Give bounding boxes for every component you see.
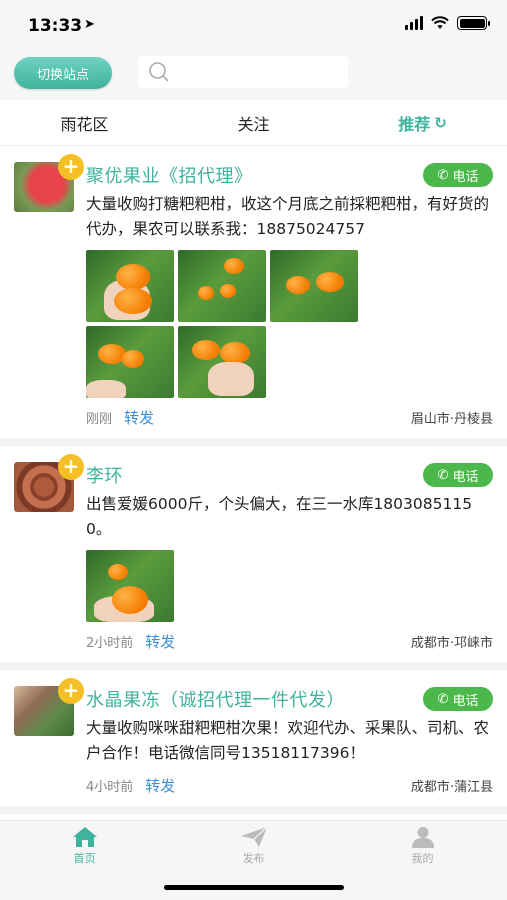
tab-follow[interactable]: 关注 <box>169 100 338 145</box>
call-button[interactable]: ✆ 电话 <box>423 687 493 711</box>
post-meta: 2小时前 转发 <box>86 631 175 652</box>
paper-plane-icon <box>240 826 267 847</box>
top-header: 切换站点 <box>0 48 507 100</box>
poster-name[interactable]: 水晶果冻（诚招代理一件代发） <box>86 686 345 712</box>
status-icons <box>405 16 490 30</box>
post-item: + 李环 ✆ 电话 出售爱媛6000斤，个头偏大，在三一水库1803085115… <box>0 446 507 670</box>
follow-plus-icon[interactable]: + <box>58 678 84 704</box>
avatar[interactable]: + <box>14 454 84 512</box>
post-content: 出售爱媛6000斤，个头偏大，在三一水库18030851150。 <box>86 495 473 538</box>
share-button[interactable]: 转发 <box>145 775 175 796</box>
user-icon <box>411 827 434 848</box>
tab-district[interactable]: 雨花区 <box>0 100 169 145</box>
post-header: 李环 ✆ 电话 <box>86 462 493 488</box>
post-photo[interactable] <box>86 550 174 622</box>
nav-label: 首页 <box>73 852 96 865</box>
search-icon <box>149 62 169 82</box>
post-footer: 刚刚 转发 眉山市·丹棱县 <box>86 406 493 428</box>
feed-tabs: 雨花区 关注 推荐 ↻ <box>0 100 507 146</box>
nav-label: 我的 <box>411 852 434 865</box>
status-time: 13:33 <box>28 16 83 36</box>
post-meta: 4小时前 转发 <box>86 775 175 796</box>
app-screen: 13:33 ➤ 切换站点 雨花区 关注 推荐 ↻ + 聚优果业《招代理》 ✆ 电… <box>0 0 507 900</box>
status-bar: 13:33 ➤ <box>0 0 507 48</box>
post-header: 水晶果冻（诚招代理一件代发） ✆ 电话 <box>86 686 493 712</box>
search-input[interactable] <box>176 64 336 80</box>
post-content: 大量收购打糖粑粑柑，收这个月底之前採粑粑柑，有好货的代办，果农可以联系我：188… <box>86 195 490 238</box>
post-content: 大量收购咪咪甜粑粑柑次果！欢迎代办、采果队、司机、农户合作！电话微信同号1351… <box>86 719 490 762</box>
nav-publish[interactable]: 发布 <box>169 821 338 871</box>
phone-icon: ✆ <box>437 167 449 183</box>
post-location: 成都市·邛崃市 <box>410 635 493 651</box>
cellular-signal-icon <box>405 16 423 30</box>
poster-name[interactable]: 李环 <box>86 462 123 488</box>
tab-recommend[interactable]: 推荐 ↻ <box>338 100 507 145</box>
switch-site-button[interactable]: 切换站点 <box>14 57 112 89</box>
post-item: + 水晶果冻（诚招代理一件代发） ✆ 电话 大量收购咪咪甜粑粑柑次果！欢迎代办、… <box>0 670 507 814</box>
post-header: 聚优果业《招代理》 ✆ 电话 <box>86 162 493 188</box>
post-photos <box>86 550 493 622</box>
call-label: 电话 <box>452 469 479 485</box>
nav-mine[interactable]: 我的 <box>338 821 507 871</box>
post-photo[interactable] <box>178 250 266 322</box>
post-location: 眉山市·丹棱县 <box>410 411 493 427</box>
post-location: 成都市·蒲江县 <box>410 779 493 795</box>
tab-label: 推荐 <box>398 114 431 134</box>
post-footer: 2小时前 转发 成都市·邛崃市 <box>86 630 493 652</box>
phone-icon: ✆ <box>437 467 449 483</box>
call-button[interactable]: ✆ 电话 <box>423 163 493 187</box>
search-box[interactable] <box>138 56 348 88</box>
post-photo[interactable] <box>178 326 266 398</box>
post-item: + 聚优果业《招代理》 ✆ 电话 大量收购打糖粑粑柑，收这个月底之前採粑粑柑，有… <box>0 146 507 446</box>
phone-icon: ✆ <box>437 691 449 707</box>
post-footer: 4小时前 转发 成都市·蒲江县 <box>86 774 493 796</box>
post-feed[interactable]: + 聚优果业《招代理》 ✆ 电话 大量收购打糖粑粑柑，收这个月底之前採粑粑柑，有… <box>0 146 507 820</box>
post-photo[interactable] <box>270 250 358 322</box>
post-photos <box>86 250 493 398</box>
share-button[interactable]: 转发 <box>124 407 154 428</box>
call-label: 电话 <box>452 693 479 709</box>
call-button[interactable]: ✆ 电话 <box>423 463 493 487</box>
post-photo[interactable] <box>86 250 174 322</box>
call-label: 电话 <box>452 169 479 185</box>
battery-icon <box>457 16 490 30</box>
avatar[interactable]: + <box>14 154 84 212</box>
post-meta: 刚刚 转发 <box>86 407 154 428</box>
follow-plus-icon[interactable]: + <box>58 454 84 480</box>
post-time: 4小时前 <box>86 779 134 795</box>
nav-label: 发布 <box>242 852 265 865</box>
avatar[interactable]: + <box>14 678 84 736</box>
post-photo[interactable] <box>86 326 174 398</box>
post-time: 2小时前 <box>86 635 134 651</box>
home-indicator <box>163 885 344 890</box>
location-arrow-icon: ➤ <box>84 17 95 32</box>
nav-bar: 首页 发布 我的 <box>0 821 507 871</box>
bottom-navigation: 首页 发布 我的 <box>0 820 507 900</box>
post-time: 刚刚 <box>86 411 113 427</box>
nav-home[interactable]: 首页 <box>0 821 169 871</box>
tab-label: 关注 <box>237 114 270 134</box>
tab-label: 雨花区 <box>60 114 109 134</box>
share-button[interactable]: 转发 <box>145 631 175 652</box>
wifi-icon <box>431 16 449 29</box>
home-icon <box>72 827 97 847</box>
refresh-icon[interactable]: ↻ <box>434 114 447 132</box>
follow-plus-icon[interactable]: + <box>58 154 84 180</box>
poster-name[interactable]: 聚优果业《招代理》 <box>86 162 253 188</box>
